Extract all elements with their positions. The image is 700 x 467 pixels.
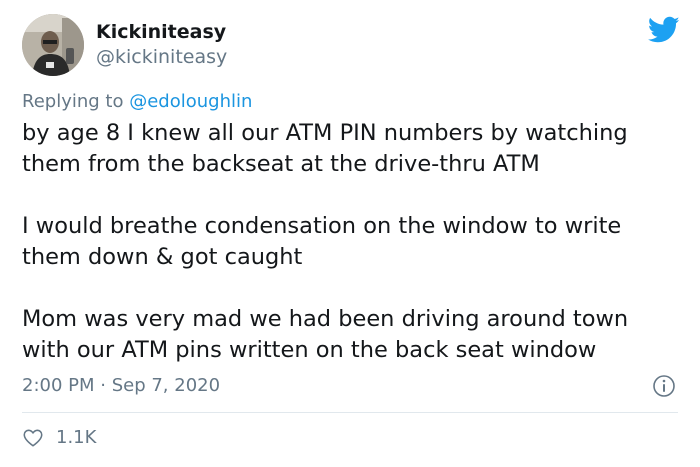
tweet-text: by age 8 I knew all our ATM PIN numbers … [22, 118, 682, 366]
replying-prefix: Replying to [22, 91, 130, 112]
display-name[interactable]: Kickiniteasy [96, 20, 227, 44]
reply-mention-link[interactable]: @edoloughlin [129, 91, 252, 112]
info-icon[interactable] [652, 374, 676, 398]
heart-icon [23, 429, 43, 447]
tweet-paragraph: Mom was very mad we had been driving aro… [22, 306, 629, 363]
tweet-paragraph: I would breathe condensation on the wind… [22, 213, 622, 270]
like-count: 1.1K [56, 427, 97, 448]
twitter-bird-icon[interactable] [648, 16, 680, 44]
tweet-paragraph: by age 8 I knew all our ATM PIN numbers … [22, 120, 628, 177]
like-button[interactable]: 1.1K [22, 426, 96, 450]
avatar-photo [22, 14, 84, 76]
user-handle[interactable]: @kickiniteasy [96, 44, 227, 70]
tweet-card: Kickiniteasy @kickiniteasy Replying to @… [0, 0, 700, 467]
avatar[interactable] [22, 14, 84, 76]
divider [22, 412, 678, 413]
user-names: Kickiniteasy @kickiniteasy [96, 20, 227, 70]
replying-to: Replying to @edoloughlin [22, 90, 252, 114]
tweet-timestamp[interactable]: 2:00 PM · Sep 7, 2020 [22, 374, 220, 398]
tweet-header: Kickiniteasy @kickiniteasy [22, 14, 227, 76]
